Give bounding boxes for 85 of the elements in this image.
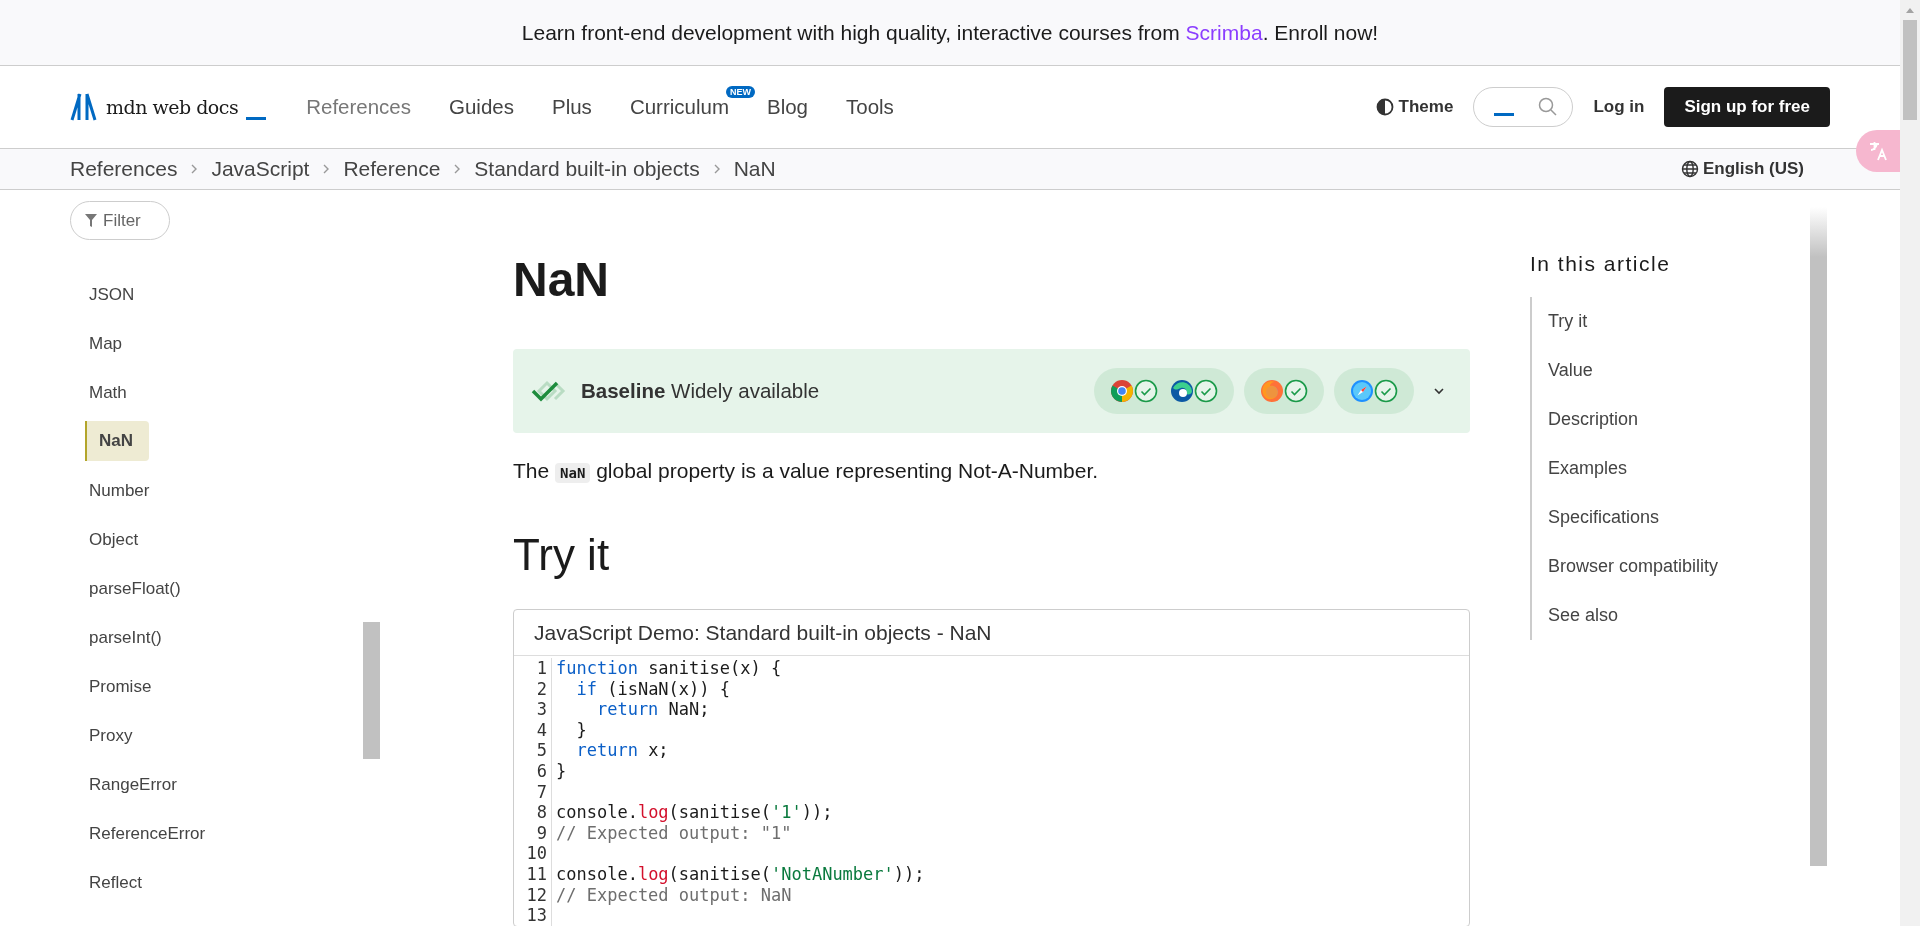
chrome-logo-icon (1110, 379, 1134, 403)
line-number: 3 (514, 699, 552, 720)
section-heading: Try it (513, 529, 611, 581)
site-logo[interactable]: mdn web docs (70, 93, 267, 121)
code-line: } (556, 760, 567, 782)
code-line: function sanitise(x) { (556, 658, 782, 679)
globe-icon (1680, 160, 1699, 178)
code-line: } (575, 719, 587, 741)
code-line: // Expected output: NaN (556, 884, 792, 906)
code-line: return NaN; (595, 699, 710, 720)
nav-link[interactable]: Blog (767, 95, 808, 119)
signup-button[interactable]: Sign up for free (1664, 87, 1830, 127)
filter-icon (85, 213, 97, 228)
translate-button[interactable] (1856, 130, 1900, 172)
code-line: return x; (575, 740, 669, 761)
breadcrumb-link[interactable]: NaN (733, 157, 776, 181)
theme-button[interactable]: Theme (1375, 97, 1454, 117)
breadcrumb-link[interactable]: Standard built-in objects (474, 157, 700, 181)
sidebar-item[interactable]: NaN (85, 421, 149, 461)
new-badge: NEW (726, 86, 755, 98)
chevron-down-icon[interactable] (1432, 386, 1446, 396)
line-number: 12 (514, 884, 552, 906)
sidebar-item[interactable]: Map (85, 319, 141, 368)
scroll-up-icon[interactable] (1905, 6, 1915, 14)
filter-button[interactable]: Filter (70, 201, 170, 240)
sidebar-item[interactable]: Object (85, 515, 157, 564)
sidebar-item[interactable]: ReferenceError (85, 809, 224, 858)
nav-link[interactable]: Plus (552, 95, 592, 119)
line-number: 5 (514, 740, 552, 761)
line-number: 7 (514, 781, 552, 803)
breadcrumb-link[interactable]: JavaScript (211, 157, 310, 181)
page-title: NaN (513, 252, 611, 308)
nav-link[interactable]: Guides (449, 95, 514, 119)
code-line: // Expected output: "1" (556, 822, 792, 844)
breadcrumb-link[interactable]: References (70, 157, 178, 181)
scrimba-link[interactable]: Scrimba (1185, 20, 1263, 44)
toc-link[interactable]: Examples (1548, 444, 1810, 493)
breadcrumb-link[interactable]: Reference (343, 157, 441, 181)
line-number: 10 (514, 843, 552, 864)
toc-link[interactable]: Description (1548, 395, 1810, 444)
search-icon (1538, 97, 1559, 117)
line-number: 8 (514, 802, 552, 823)
login-link[interactable]: Log in (1593, 97, 1645, 117)
contrast-icon (1375, 98, 1394, 116)
nav-link[interactable]: References (306, 95, 411, 119)
code-line: console.log(sanitise('NotANumber')); (556, 863, 925, 885)
promo-text: Learn front-end development with high quality, interactive courses from Scrimba. Enroll now! (521, 20, 1379, 45)
intro-paragraph: The NaN global property is a value representing Not-A-Number. (513, 459, 1100, 483)
sidebar-item[interactable]: Math (85, 368, 145, 417)
line-number: 2 (514, 678, 552, 700)
sidebar-item[interactable]: Promise (85, 662, 170, 711)
line-number: 11 (514, 863, 552, 885)
demo-title: JavaScript Demo: Standard built-in objects - NaN (514, 610, 1469, 656)
sidebar-item[interactable]: Number (85, 466, 168, 515)
sidebar-item[interactable]: Reflect (85, 858, 160, 907)
line-number: 4 (514, 719, 552, 741)
sidebar-item[interactable]: parseFloat() (85, 564, 199, 613)
toc-link[interactable]: See also (1548, 591, 1810, 640)
line-number: 1 (514, 658, 552, 679)
toc-link[interactable]: Try it (1548, 297, 1810, 346)
sidebar-item[interactable]: Proxy (85, 711, 151, 760)
edge-logo-icon (1170, 379, 1194, 403)
toc-link[interactable]: Specifications (1548, 493, 1810, 542)
scrollbar-track[interactable] (1900, 0, 1920, 926)
scrollbar-thumb[interactable] (1903, 20, 1917, 120)
sidebar-item[interactable]: RangeError (85, 760, 195, 809)
line-number: 13 (514, 905, 552, 926)
baseline-status: Baseline Widely available (581, 379, 820, 403)
line-number: 9 (514, 822, 552, 844)
logo-mark-icon (70, 93, 98, 121)
toc-link[interactable]: Browser compatibility (1548, 542, 1810, 591)
nav-link[interactable]: Curriculum (629, 95, 729, 119)
toc-link[interactable]: Value (1548, 346, 1810, 395)
code-line: if (isNaN(x)) { (575, 678, 730, 700)
scrollbar-thumb[interactable] (1810, 207, 1827, 866)
sidebar-item[interactable]: parseInt() (85, 613, 180, 662)
toc-title: In this article (1530, 251, 1672, 277)
nav-link[interactable]: Tools (846, 95, 894, 119)
line-number: 6 (514, 760, 552, 782)
code-line: console.log(sanitise('1')); (556, 802, 833, 823)
translate-icon (1867, 140, 1889, 162)
compass-icon (1350, 379, 1374, 403)
language-button[interactable]: English (US) (1674, 158, 1810, 180)
sidebar-item[interactable]: JSON (85, 270, 153, 319)
scrollbar-thumb[interactable] (363, 622, 380, 759)
